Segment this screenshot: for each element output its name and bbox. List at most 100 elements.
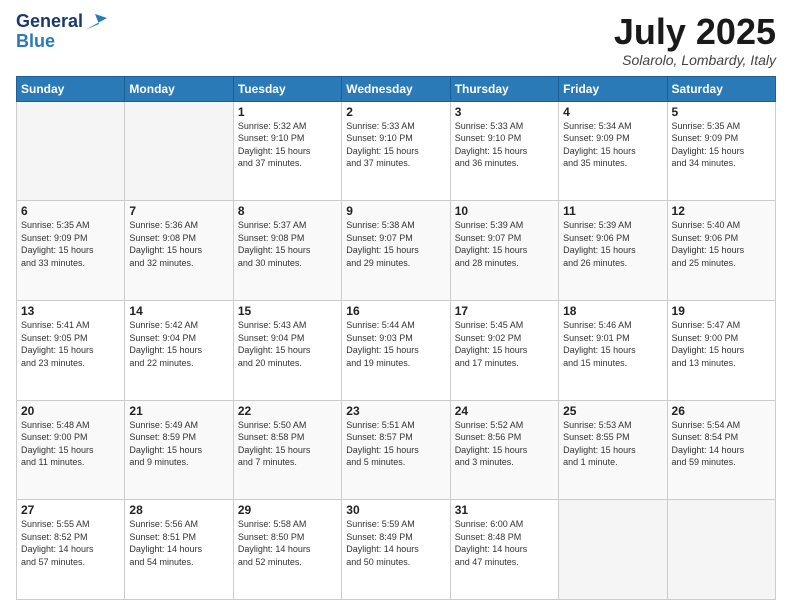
day-number: 12 [672,204,771,218]
calendar-cell: 14Sunrise: 5:42 AM Sunset: 9:04 PM Dayli… [125,300,233,400]
calendar-cell: 31Sunrise: 6:00 AM Sunset: 8:48 PM Dayli… [450,500,558,600]
calendar-day-header: Wednesday [342,76,450,101]
day-info: Sunrise: 5:52 AM Sunset: 8:56 PM Dayligh… [455,419,554,469]
day-info: Sunrise: 5:40 AM Sunset: 9:06 PM Dayligh… [672,219,771,269]
calendar-cell: 13Sunrise: 5:41 AM Sunset: 9:05 PM Dayli… [17,300,125,400]
day-info: Sunrise: 5:49 AM Sunset: 8:59 PM Dayligh… [129,419,228,469]
calendar-cell: 7Sunrise: 5:36 AM Sunset: 9:08 PM Daylig… [125,201,233,301]
logo-blue: Blue [16,32,55,52]
day-number: 28 [129,503,228,517]
calendar-cell: 3Sunrise: 5:33 AM Sunset: 9:10 PM Daylig… [450,101,558,201]
calendar-cell: 25Sunrise: 5:53 AM Sunset: 8:55 PM Dayli… [559,400,667,500]
day-number: 14 [129,304,228,318]
day-info: Sunrise: 5:55 AM Sunset: 8:52 PM Dayligh… [21,518,120,568]
day-info: Sunrise: 5:59 AM Sunset: 8:49 PM Dayligh… [346,518,445,568]
logo: General Blue [16,12,107,52]
calendar-day-header: Saturday [667,76,775,101]
day-info: Sunrise: 5:45 AM Sunset: 9:02 PM Dayligh… [455,319,554,369]
logo-bird-icon [85,14,107,30]
day-info: Sunrise: 5:56 AM Sunset: 8:51 PM Dayligh… [129,518,228,568]
calendar-week-row: 6Sunrise: 5:35 AM Sunset: 9:09 PM Daylig… [17,201,776,301]
day-number: 31 [455,503,554,517]
day-info: Sunrise: 5:37 AM Sunset: 9:08 PM Dayligh… [238,219,337,269]
day-info: Sunrise: 5:33 AM Sunset: 9:10 PM Dayligh… [346,120,445,170]
calendar-cell: 15Sunrise: 5:43 AM Sunset: 9:04 PM Dayli… [233,300,341,400]
day-info: Sunrise: 5:58 AM Sunset: 8:50 PM Dayligh… [238,518,337,568]
day-number: 29 [238,503,337,517]
calendar-day-header: Tuesday [233,76,341,101]
calendar-week-row: 13Sunrise: 5:41 AM Sunset: 9:05 PM Dayli… [17,300,776,400]
calendar-cell: 26Sunrise: 5:54 AM Sunset: 8:54 PM Dayli… [667,400,775,500]
calendar-cell: 2Sunrise: 5:33 AM Sunset: 9:10 PM Daylig… [342,101,450,201]
calendar-week-row: 1Sunrise: 5:32 AM Sunset: 9:10 PM Daylig… [17,101,776,201]
calendar-cell: 23Sunrise: 5:51 AM Sunset: 8:57 PM Dayli… [342,400,450,500]
day-info: Sunrise: 5:39 AM Sunset: 9:06 PM Dayligh… [563,219,662,269]
day-number: 25 [563,404,662,418]
day-number: 19 [672,304,771,318]
logo-general: General [16,12,83,32]
day-number: 11 [563,204,662,218]
day-number: 16 [346,304,445,318]
day-info: Sunrise: 5:46 AM Sunset: 9:01 PM Dayligh… [563,319,662,369]
calendar-day-header: Monday [125,76,233,101]
day-number: 24 [455,404,554,418]
day-number: 15 [238,304,337,318]
day-info: Sunrise: 5:51 AM Sunset: 8:57 PM Dayligh… [346,419,445,469]
day-number: 9 [346,204,445,218]
calendar-cell: 11Sunrise: 5:39 AM Sunset: 9:06 PM Dayli… [559,201,667,301]
day-info: Sunrise: 6:00 AM Sunset: 8:48 PM Dayligh… [455,518,554,568]
day-number: 30 [346,503,445,517]
calendar-week-row: 27Sunrise: 5:55 AM Sunset: 8:52 PM Dayli… [17,500,776,600]
calendar-cell: 21Sunrise: 5:49 AM Sunset: 8:59 PM Dayli… [125,400,233,500]
calendar-cell: 16Sunrise: 5:44 AM Sunset: 9:03 PM Dayli… [342,300,450,400]
day-info: Sunrise: 5:41 AM Sunset: 9:05 PM Dayligh… [21,319,120,369]
page: General Blue July 2025 Solarolo, Lombard… [0,0,792,612]
calendar-day-header: Thursday [450,76,558,101]
calendar-cell [559,500,667,600]
day-number: 2 [346,105,445,119]
day-number: 8 [238,204,337,218]
day-info: Sunrise: 5:43 AM Sunset: 9:04 PM Dayligh… [238,319,337,369]
day-number: 26 [672,404,771,418]
day-info: Sunrise: 5:34 AM Sunset: 9:09 PM Dayligh… [563,120,662,170]
day-info: Sunrise: 5:54 AM Sunset: 8:54 PM Dayligh… [672,419,771,469]
calendar-cell [17,101,125,201]
day-info: Sunrise: 5:47 AM Sunset: 9:00 PM Dayligh… [672,319,771,369]
day-info: Sunrise: 5:39 AM Sunset: 9:07 PM Dayligh… [455,219,554,269]
day-number: 17 [455,304,554,318]
calendar-table: SundayMondayTuesdayWednesdayThursdayFrid… [16,76,776,600]
calendar-cell: 8Sunrise: 5:37 AM Sunset: 9:08 PM Daylig… [233,201,341,301]
calendar-day-header: Friday [559,76,667,101]
calendar-cell: 12Sunrise: 5:40 AM Sunset: 9:06 PM Dayli… [667,201,775,301]
calendar-cell [667,500,775,600]
calendar-cell: 24Sunrise: 5:52 AM Sunset: 8:56 PM Dayli… [450,400,558,500]
calendar-cell [125,101,233,201]
day-number: 20 [21,404,120,418]
calendar-day-header: Sunday [17,76,125,101]
calendar-cell: 20Sunrise: 5:48 AM Sunset: 9:00 PM Dayli… [17,400,125,500]
day-info: Sunrise: 5:38 AM Sunset: 9:07 PM Dayligh… [346,219,445,269]
day-info: Sunrise: 5:48 AM Sunset: 9:00 PM Dayligh… [21,419,120,469]
location: Solarolo, Lombardy, Italy [614,52,776,68]
calendar-cell: 19Sunrise: 5:47 AM Sunset: 9:00 PM Dayli… [667,300,775,400]
calendar-cell: 17Sunrise: 5:45 AM Sunset: 9:02 PM Dayli… [450,300,558,400]
day-info: Sunrise: 5:36 AM Sunset: 9:08 PM Dayligh… [129,219,228,269]
calendar-header-row: SundayMondayTuesdayWednesdayThursdayFrid… [17,76,776,101]
calendar-week-row: 20Sunrise: 5:48 AM Sunset: 9:00 PM Dayli… [17,400,776,500]
day-info: Sunrise: 5:32 AM Sunset: 9:10 PM Dayligh… [238,120,337,170]
day-info: Sunrise: 5:35 AM Sunset: 9:09 PM Dayligh… [21,219,120,269]
day-number: 27 [21,503,120,517]
calendar-cell: 18Sunrise: 5:46 AM Sunset: 9:01 PM Dayli… [559,300,667,400]
calendar-cell: 4Sunrise: 5:34 AM Sunset: 9:09 PM Daylig… [559,101,667,201]
day-info: Sunrise: 5:33 AM Sunset: 9:10 PM Dayligh… [455,120,554,170]
calendar-cell: 30Sunrise: 5:59 AM Sunset: 8:49 PM Dayli… [342,500,450,600]
day-number: 3 [455,105,554,119]
day-number: 23 [346,404,445,418]
day-number: 10 [455,204,554,218]
calendar-cell: 27Sunrise: 5:55 AM Sunset: 8:52 PM Dayli… [17,500,125,600]
day-info: Sunrise: 5:53 AM Sunset: 8:55 PM Dayligh… [563,419,662,469]
day-info: Sunrise: 5:50 AM Sunset: 8:58 PM Dayligh… [238,419,337,469]
day-info: Sunrise: 5:42 AM Sunset: 9:04 PM Dayligh… [129,319,228,369]
day-number: 13 [21,304,120,318]
title-block: July 2025 Solarolo, Lombardy, Italy [614,12,776,68]
